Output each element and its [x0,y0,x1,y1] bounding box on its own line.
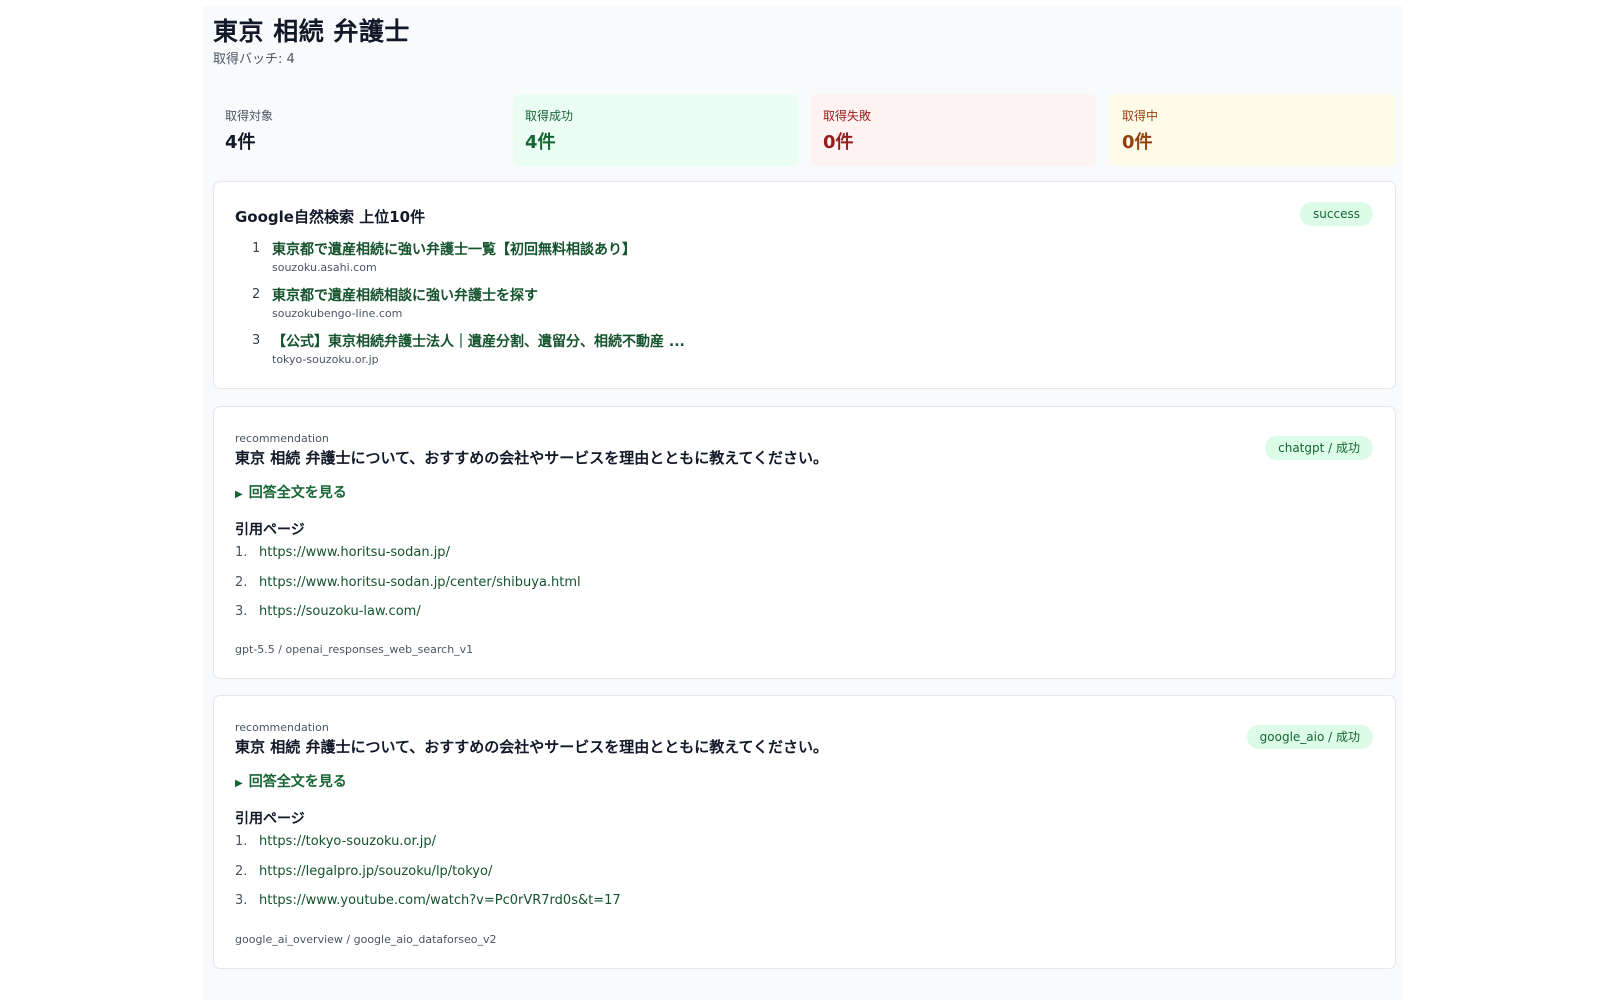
serp-domain: tokyo-souzoku.or.jp [272,353,379,366]
cited-pages-list: 1. https://www.horitsu-sodan.jp/ 2. https:… [235,545,581,634]
response-card-google-aio: recommendation 東京 相続 弁護士について、おすすめの会社やサービ… [213,695,1396,969]
stat-target: 取得対象 4件 [213,94,498,166]
serp-rank: 3 [252,333,261,348]
serp-rank: 2 [252,287,261,302]
response-kind: recommendation [235,432,329,445]
cited-page-link[interactable]: https://www.horitsu-sodan.jp/center/shib… [259,575,581,590]
stat-target-label: 取得対象 [225,109,274,123]
stat-failed: 取得失敗 0件 [811,94,1096,166]
disclosure-triangle-icon: ▶ [235,778,243,789]
stat-pending-value: 0件 [1122,132,1153,153]
response-kind: recommendation [235,721,329,734]
cited-page-link[interactable]: https://www.horitsu-sodan.jp/ [259,545,450,560]
serp-result-link[interactable]: 東京都で遺産相続に強い弁護士一覧【初回無料相談あり】 [272,239,636,259]
cited-page-item: 1. https://tokyo-souzoku.or.jp/ [235,834,621,864]
stat-failed-value: 0件 [823,132,854,153]
cited-page-link[interactable]: https://tokyo-souzoku.or.jp/ [259,834,436,849]
model-meta: gpt-5.5 / openai_responses_web_search_v1 [235,643,474,656]
serp-result-link[interactable]: 【公式】東京相続弁護士法人｜遺産分割、遺留分、相続不動産 ... [272,331,685,351]
serp-domain: souzoku.asahi.com [272,261,377,274]
stat-failed-label: 取得失敗 [823,109,872,123]
cited-page-link[interactable]: https://legalpro.jp/souzoku/lp/tokyo/ [259,864,492,879]
full-answer-toggle-label: 回答全文を見る [248,774,347,790]
cited-page-item: 3. https://souzoku-law.com/ [235,604,581,634]
status-badge: google_aio / 成功 [1246,725,1373,749]
cited-page-number: 2. [235,574,248,590]
stat-pending-label: 取得中 [1122,109,1159,123]
cited-page-number: 3. [235,604,248,619]
cited-page-item: 2. https://legalpro.jp/souzoku/lp/tokyo/ [235,864,621,894]
cited-page-item: 2. https://www.horitsu-sodan.jp/center/sh… [235,575,581,605]
cited-pages-heading: 引用ページ [235,522,305,538]
stat-success-label: 取得成功 [525,109,574,123]
cited-page-number: 1. [235,545,248,560]
cited-pages-list: 1. https://tokyo-souzoku.or.jp/ 2. https:/… [235,834,621,923]
serp-result-link[interactable]: 東京都で遺産相続相談に強い弁護士を探す [272,285,538,305]
cited-page-item: 3. https://www.youtube.com/watch?v=Pc0rVR… [235,893,621,923]
response-card-chatgpt: recommendation 東京 相続 弁護士について、おすすめの会社やサービ… [213,406,1396,679]
cited-page-link[interactable]: https://www.youtube.com/watch?v=Pc0rVR7r… [259,893,621,908]
status-badge: chatgpt / 成功 [1265,436,1373,460]
serp-domain: souzokubengo-line.com [272,307,403,320]
response-prompt: 東京 相続 弁護士について、おすすめの会社やサービスを理由とともに教えてください… [235,738,829,756]
full-answer-toggle[interactable]: ▶ 回答全文を見る [235,771,347,791]
cited-page-link[interactable]: https://souzoku-law.com/ [259,604,421,619]
cited-pages-heading: 引用ページ [235,811,305,827]
page-title: 東京 相続 弁護士 [213,17,410,46]
response-prompt: 東京 相続 弁護士について、おすすめの会社やサービスを理由とともに教えてください… [235,449,829,467]
cited-page-item: 1. https://www.horitsu-sodan.jp/ [235,545,581,575]
disclosure-triangle-icon: ▶ [235,489,243,500]
status-badge: success [1300,202,1373,226]
full-answer-toggle[interactable]: ▶ 回答全文を見る [235,482,347,502]
serp-rank: 1 [252,241,261,256]
stat-success-value: 4件 [525,132,556,153]
full-answer-toggle-label: 回答全文を見る [248,485,347,501]
serp-heading: Google自然検索 上位10件 [235,208,426,226]
stat-pending: 取得中 0件 [1110,94,1395,166]
cited-page-number: 3. [235,893,248,908]
serp-card: Google自然検索 上位10件 success 1 東京都で遺産相続に強い弁護… [213,181,1396,389]
batch-info: 取得バッチ: 4 [213,52,295,67]
stat-success: 取得成功 4件 [513,94,798,166]
model-meta: google_ai_overview / google_aio_datafors… [235,933,497,946]
cited-page-number: 2. [235,863,248,879]
results-page: 東京 相続 弁護士 取得バッチ: 4 取得対象 4件 取得成功 4件 取得失敗 … [203,6,1403,1000]
cited-page-number: 1. [235,834,248,849]
stat-target-value: 4件 [225,132,256,153]
